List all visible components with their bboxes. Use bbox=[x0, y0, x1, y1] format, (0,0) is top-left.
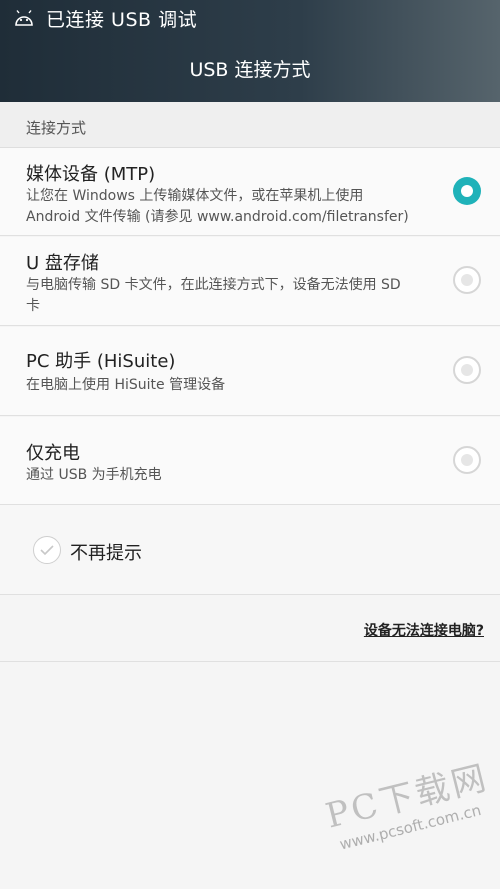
radio-charge-only[interactable] bbox=[453, 446, 481, 474]
android-icon bbox=[15, 10, 33, 26]
option-charge-only[interactable]: 仅充电 通过 USB 为手机充电 bbox=[0, 417, 500, 505]
option-desc-line: 与电脑传输 SD 卡文件，在此连接方式下，设备无法使用 SD bbox=[26, 277, 401, 293]
radio-dot bbox=[461, 364, 473, 376]
option-desc-line: 卡 bbox=[26, 298, 40, 314]
option-desc-line: Android 文件传输 (请参见 www.android.com/filetr… bbox=[26, 209, 409, 225]
radio-dot bbox=[461, 185, 473, 197]
option-desc-line: 通过 USB 为手机充电 bbox=[26, 467, 162, 483]
watermark: PC下载网 www.pcsoft.com.cn bbox=[320, 746, 500, 877]
radio-mtp[interactable] bbox=[453, 177, 481, 205]
help-row: 设备无法连接电脑? bbox=[0, 596, 500, 662]
dont-show-label: 不再提示 bbox=[70, 543, 142, 564]
option-desc: 通过 USB 为手机充电 bbox=[26, 465, 436, 486]
option-desc-line: 让您在 Windows 上传输媒体文件，或在苹果机上使用 bbox=[26, 188, 364, 204]
option-mtp[interactable]: 媒体设备 (MTP) 让您在 Windows 上传输媒体文件，或在苹果机上使用 … bbox=[0, 148, 500, 236]
option-desc-line: 在电脑上使用 HiSuite 管理设备 bbox=[26, 377, 226, 393]
option-desc: 与电脑传输 SD 卡文件，在此连接方式下，设备无法使用 SD 卡 bbox=[26, 275, 436, 317]
option-title: 媒体设备 (MTP) bbox=[26, 164, 156, 185]
option-usb-storage[interactable]: U 盘存储 与电脑传输 SD 卡文件，在此连接方式下，设备无法使用 SD 卡 bbox=[0, 237, 500, 326]
status-text: 已连接 USB 调试 bbox=[46, 8, 198, 31]
section-label: 连接方式 bbox=[26, 119, 87, 137]
option-title: PC 助手 (HiSuite) bbox=[26, 351, 176, 372]
option-title: 仅充电 bbox=[26, 443, 80, 464]
option-title: U 盘存储 bbox=[26, 253, 99, 274]
option-desc: 在电脑上使用 HiSuite 管理设备 bbox=[26, 375, 436, 396]
section-header: 连接方式 bbox=[0, 102, 500, 148]
radio-dot bbox=[461, 274, 473, 286]
cannot-connect-link[interactable]: 设备无法连接电脑? bbox=[364, 620, 484, 640]
checkmark-icon bbox=[40, 545, 54, 556]
radio-usb-storage[interactable] bbox=[453, 266, 481, 294]
watermark-url: www.pcsoft.com.cn bbox=[337, 800, 483, 854]
dont-show-checkbox[interactable] bbox=[33, 536, 61, 564]
watermark-logo: PC下载网 bbox=[321, 757, 493, 837]
page-title: USB 连接方式 bbox=[189, 59, 311, 81]
status-bar: 已连接 USB 调试 bbox=[14, 5, 197, 31]
dont-show-row[interactable]: 不再提示 bbox=[0, 505, 500, 595]
top-bar: 已连接 USB 调试 USB 连接方式 bbox=[0, 0, 500, 102]
option-desc: 让您在 Windows 上传输媒体文件，或在苹果机上使用 Android 文件传… bbox=[26, 186, 436, 228]
radio-hisuite[interactable] bbox=[453, 356, 481, 384]
radio-dot bbox=[461, 454, 473, 466]
option-hisuite[interactable]: PC 助手 (HiSuite) 在电脑上使用 HiSuite 管理设备 bbox=[0, 327, 500, 416]
